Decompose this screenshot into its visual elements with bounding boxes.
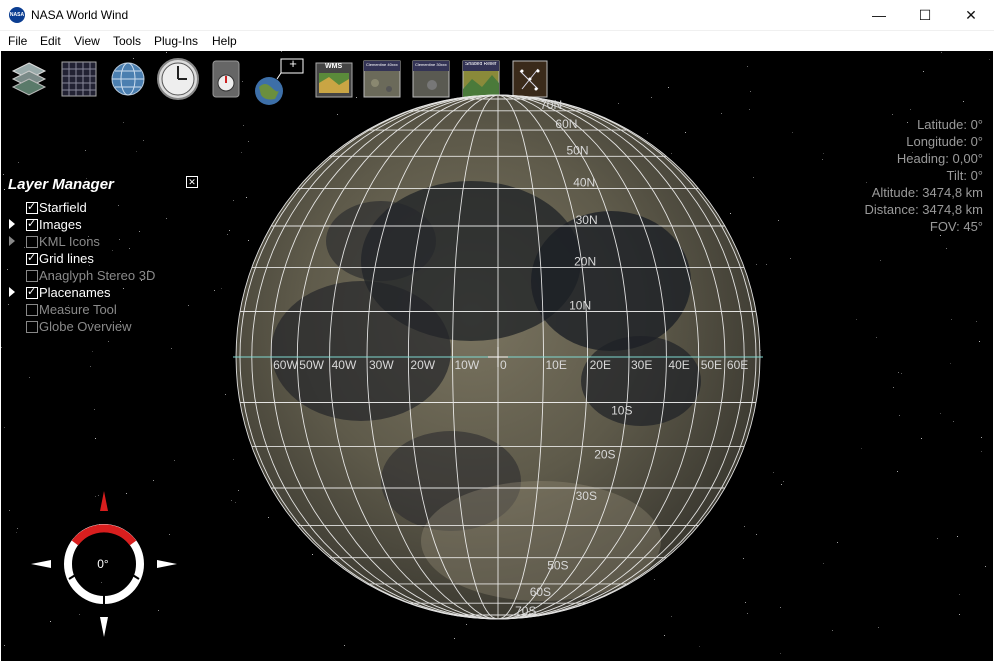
position-info: Latitude: 0° Longitude: 0° Heading: 0,00…	[864, 116, 983, 235]
latitude-label: 40N	[573, 176, 595, 190]
layer-label: KML Icons	[39, 234, 100, 249]
latitude-label: 50N	[567, 143, 589, 157]
mare-3	[271, 281, 451, 421]
layer-label: Measure Tool	[39, 302, 117, 317]
menu-edit[interactable]: Edit	[40, 34, 61, 48]
longitude-label: 10E	[546, 358, 567, 372]
layer-label: Images	[39, 217, 82, 232]
layer-checkbox[interactable]	[26, 251, 38, 265]
menu-view[interactable]: View	[74, 34, 100, 48]
layer-label: Anaglyph Stereo 3D	[39, 268, 156, 283]
menu-tools[interactable]: Tools	[113, 34, 141, 48]
latitude-label: 60S	[530, 585, 551, 599]
altitude-readout: Altitude: 3474,8 km	[871, 185, 983, 200]
latitude-label: 70S	[515, 604, 536, 618]
layer-label: Starfield	[39, 200, 87, 215]
longitude-label: 60W	[273, 358, 298, 372]
layer-checkbox[interactable]	[26, 236, 38, 248]
globe-viewport[interactable]: + WMS Clementine 40xxx Clementine 30xxx	[1, 51, 993, 661]
maximize-button[interactable]: ☐	[902, 0, 948, 30]
layer-checkbox[interactable]	[26, 321, 38, 333]
latitude-label: 30N	[576, 213, 598, 227]
latitude-readout: Latitude: 0°	[917, 117, 983, 132]
heading-readout: Heading: 0,00°	[896, 151, 983, 166]
menu-file[interactable]: File	[8, 34, 27, 48]
nasa-logo-icon: NASA	[9, 7, 25, 23]
latitude-label: 70N	[540, 98, 562, 112]
expand-arrow-icon[interactable]	[9, 219, 15, 229]
fov-readout: FOV: 45°	[929, 219, 983, 234]
compass-heading: 0°	[97, 557, 109, 571]
latitude-label: 30S	[576, 489, 597, 503]
layer-checkbox[interactable]	[26, 270, 38, 282]
mare-4	[581, 336, 701, 426]
layer-manager-title: Layer Manager	[8, 176, 114, 193]
longitude-label: 40W	[332, 358, 357, 372]
layer-checkbox[interactable]	[26, 304, 38, 316]
layer-label: Globe Overview	[39, 319, 132, 334]
longitude-label: 10W	[455, 358, 480, 372]
layer-label: Placenames	[39, 285, 111, 300]
longitude-label: 0	[500, 358, 507, 372]
layer-checkbox[interactable]	[26, 200, 38, 214]
latitude-label: 10S	[611, 404, 632, 418]
highlands-south	[421, 481, 661, 601]
longitude-label: 30W	[369, 358, 394, 372]
layer-checkbox[interactable]	[26, 217, 38, 231]
latitude-label: 20N	[574, 254, 596, 268]
longitude-label: 50E	[701, 358, 722, 372]
latitude-label: 20S	[594, 448, 615, 462]
layer-checkbox[interactable]	[26, 285, 38, 299]
close-button[interactable]: ✕	[948, 0, 994, 30]
distance-readout: Distance: 3474,8 km	[864, 202, 983, 217]
title-bar: NASA NASA World Wind — ☐ ✕	[0, 0, 994, 31]
longitude-label: 30E	[631, 358, 652, 372]
menu-plugins[interactable]: Plug-Ins	[154, 34, 198, 48]
expand-arrow-icon[interactable]	[9, 236, 15, 246]
minimize-button[interactable]: —	[856, 0, 902, 30]
menu-help[interactable]: Help	[212, 34, 237, 48]
tilt-readout: Tilt: 0°	[946, 168, 984, 183]
longitude-label: 40E	[668, 358, 689, 372]
expand-arrow-icon[interactable]	[9, 287, 15, 297]
longitude-readout: Longitude: 0°	[906, 134, 983, 149]
longitude-label: 50W	[299, 358, 324, 372]
longitude-label: 60E	[727, 358, 748, 372]
longitude-label: 20W	[410, 358, 435, 372]
layer-label: Grid lines	[39, 251, 94, 266]
menu-bar: File Edit View Tools Plug-Ins Help	[0, 31, 994, 51]
latitude-label: 10N	[569, 299, 591, 313]
longitude-label: 20E	[590, 358, 611, 372]
window-title: NASA World Wind	[31, 8, 129, 22]
latitude-label: 60N	[555, 117, 577, 131]
latitude-label: 50S	[547, 559, 568, 573]
mare-2	[531, 211, 691, 351]
layer-manager-close-icon[interactable]: ✕	[186, 176, 198, 188]
